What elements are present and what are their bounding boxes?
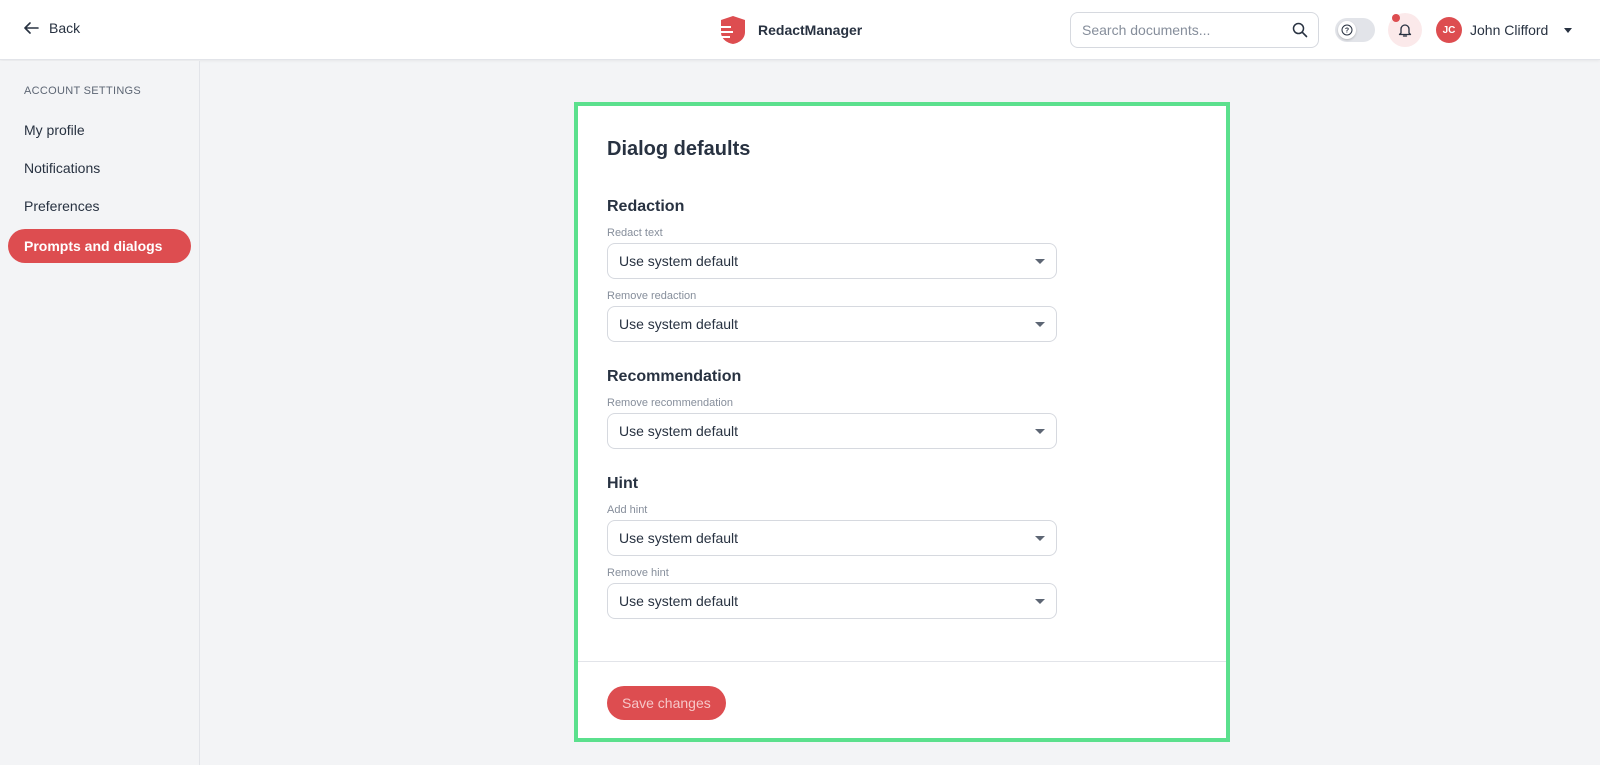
sidebar-item-preferences[interactable]: Preferences [8, 189, 191, 223]
select-value: Use system default [619, 423, 739, 439]
notification-dot [1392, 14, 1400, 22]
select-value: Use system default [619, 253, 739, 269]
sidebar-item-my-profile[interactable]: My profile [8, 113, 191, 147]
page-title: Dialog defaults [607, 138, 751, 160]
svg-text:?: ? [1345, 28, 1349, 35]
top-header: Back RedactManager ? [0, 0, 1600, 60]
search-box[interactable] [1070, 12, 1319, 48]
section-title-redaction: Redaction [607, 198, 685, 215]
remove-recommendation-select[interactable]: Use system default [607, 413, 1057, 449]
section-title-hint: Hint [607, 475, 639, 492]
dialog-defaults-card: Dialog defaults Redaction Redact text Us… [574, 102, 1230, 742]
field-label-remove-redaction: Remove redaction [607, 290, 697, 302]
chevron-down-icon [1564, 27, 1573, 33]
help-mode-toggle[interactable]: ? [1335, 18, 1375, 42]
dropdown-arrow-icon [1035, 259, 1045, 264]
dropdown-arrow-icon [1035, 599, 1045, 604]
field-label-remove-hint: Remove hint [607, 567, 669, 579]
add-hint-select[interactable]: Use system default [607, 520, 1057, 556]
back-label: Back [49, 20, 81, 36]
settings-sidebar: Account Settings My profile Notification… [0, 61, 200, 765]
user-name: John Clifford [1470, 22, 1549, 38]
footer-divider [578, 661, 1226, 662]
brand-name: RedactManager [758, 22, 863, 38]
search-input[interactable] [1071, 22, 1281, 38]
arrow-left-icon [24, 22, 39, 34]
help-icon: ? [1341, 24, 1353, 36]
dropdown-arrow-icon [1035, 536, 1045, 541]
avatar: JC [1436, 17, 1462, 43]
remove-hint-select[interactable]: Use system default [607, 583, 1057, 619]
save-changes-button[interactable]: Save changes [607, 686, 726, 720]
notifications-button[interactable] [1388, 13, 1422, 47]
bell-icon [1398, 24, 1412, 37]
remove-redaction-select[interactable]: Use system default [607, 306, 1057, 342]
redactmanager-logo-icon [718, 16, 745, 44]
dropdown-arrow-icon [1035, 322, 1045, 327]
select-value: Use system default [619, 316, 739, 332]
sidebar-item-prompts-and-dialogs[interactable]: Prompts and dialogs [8, 229, 191, 263]
dropdown-arrow-icon [1035, 429, 1045, 434]
field-label-add-hint: Add hint [607, 504, 648, 516]
brand-logo: RedactManager [718, 15, 862, 45]
sidebar-heading: Account Settings [24, 85, 142, 97]
field-label-remove-recommendation: Remove recommendation [607, 397, 733, 409]
user-menu[interactable]: JC John Clifford [1436, 17, 1573, 43]
select-value: Use system default [619, 530, 739, 546]
toggle-knob: ? [1338, 21, 1356, 39]
search-icon[interactable] [1292, 22, 1308, 38]
back-button[interactable]: Back [24, 20, 80, 36]
redact-text-select[interactable]: Use system default [607, 243, 1057, 279]
section-title-recommendation: Recommendation [607, 368, 742, 385]
field-label-redact-text: Redact text [607, 227, 663, 239]
sidebar-item-notifications[interactable]: Notifications [8, 151, 191, 185]
select-value: Use system default [619, 593, 739, 609]
